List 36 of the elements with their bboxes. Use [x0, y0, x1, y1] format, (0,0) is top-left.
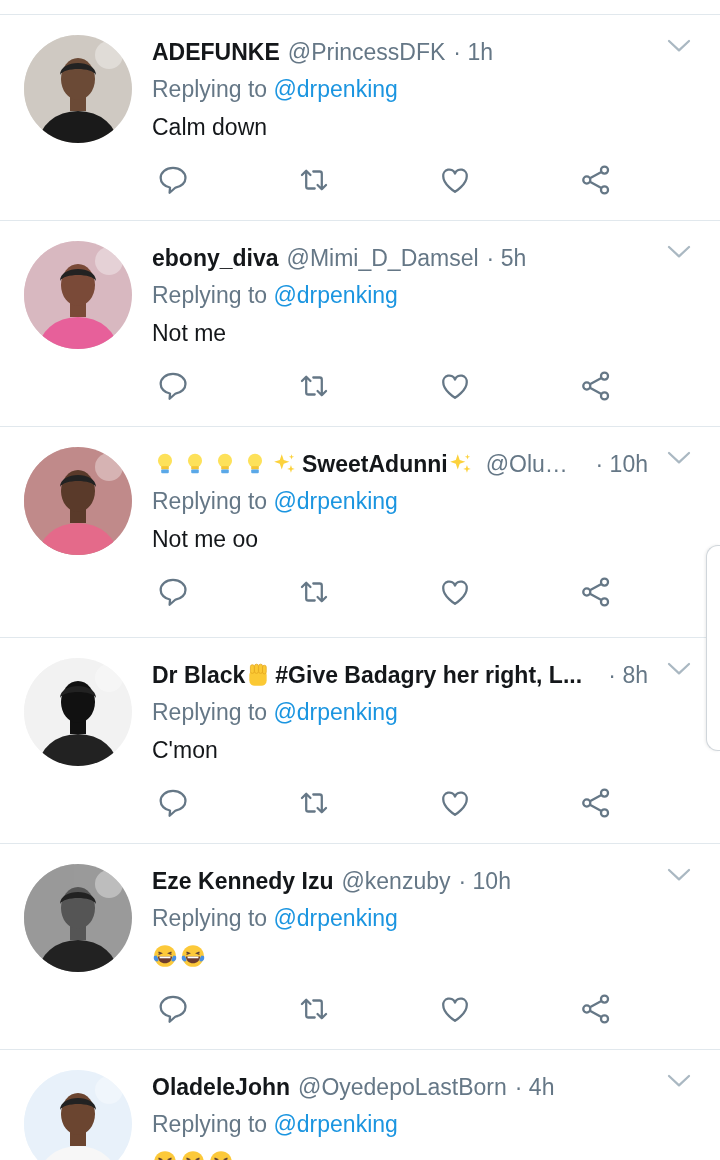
timestamp: · 8h [608, 661, 648, 690]
scroll-handle[interactable] [706, 545, 720, 751]
reply-context: Replying to @drpenking [152, 487, 399, 516]
mention-link[interactable]: @drpenking [273, 699, 398, 725]
mention-link[interactable]: @drpenking [273, 76, 398, 102]
reply-context: Replying to @drpenking [152, 281, 399, 310]
laughing-face-icon [152, 943, 178, 969]
timestamp: · 4h [514, 1073, 555, 1102]
user-handle[interactable]: @Mimi_D_Damsel [286, 241, 479, 275]
timestamp: · 10h [595, 450, 648, 479]
tweet-text: Not me oo [152, 525, 259, 554]
user-name[interactable]: Eze Kennedy Izu [152, 864, 334, 898]
reply-context: Replying to @drpenking [152, 75, 399, 104]
tweet-text: C'mon [152, 736, 218, 765]
mention-link[interactable]: @drpenking [273, 905, 398, 931]
user-name[interactable]: ADEFUNKE [152, 35, 280, 69]
user-name[interactable]: ebony_diva [152, 241, 279, 275]
laughing-face-icon [180, 943, 206, 969]
user-handle[interactable]: @PrincessDFK [287, 35, 446, 69]
user-handle[interactable]: @Olu… [485, 447, 568, 481]
user-name[interactable]: SweetAdunni [302, 447, 448, 481]
user-name[interactable]: Dr Black [152, 658, 246, 692]
mention-link[interactable]: @drpenking [273, 1111, 398, 1137]
timestamp: · 10h [458, 867, 511, 896]
user-name[interactable]: #Give Badagry her right, L... [275, 658, 583, 692]
timestamp: · 1h [453, 38, 493, 67]
tweet-text: Calm down [152, 113, 268, 142]
tweet-text: Not me [152, 319, 227, 348]
mention-link[interactable]: @drpenking [273, 488, 398, 514]
reply-context: Replying to @drpenking [152, 1110, 399, 1139]
user-handle[interactable]: @kenzuby [341, 864, 451, 898]
reply-context: Replying to @drpenking [152, 904, 399, 933]
timestamp: · 5h [486, 244, 527, 273]
user-name[interactable]: OladeleJohn [152, 1070, 291, 1104]
mention-link[interactable]: @drpenking [273, 282, 398, 308]
user-handle[interactable]: @OyedepoLastBorn [298, 1070, 507, 1104]
